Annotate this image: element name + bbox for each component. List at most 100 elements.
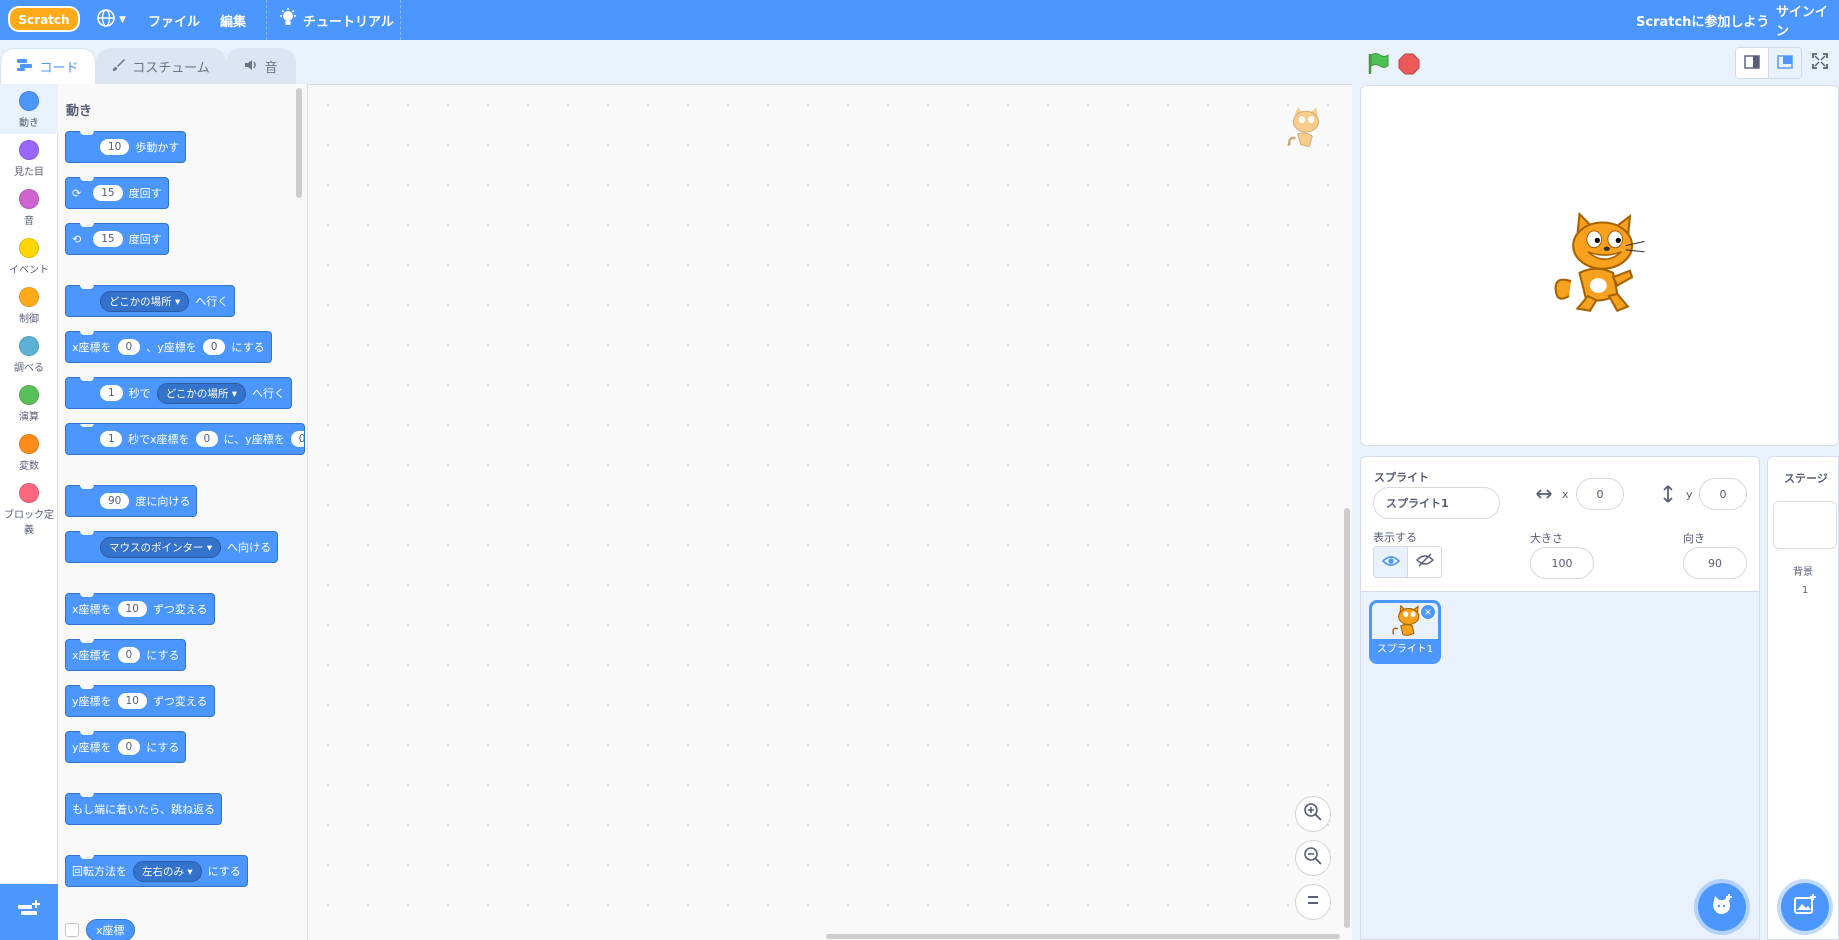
- set-rotation-style-block[interactable]: 回転方法を 左右のみ ▾ にする: [65, 855, 248, 887]
- looks-dot-icon: [19, 140, 39, 160]
- x-input[interactable]: 0: [117, 647, 141, 663]
- move-steps-block[interactable]: 10 歩動かす: [65, 131, 187, 163]
- glide-to-block[interactable]: 1 秒で どこかの場所 ▾ へ行く: [65, 377, 292, 409]
- x-position-checkbox[interactable]: [65, 923, 79, 937]
- point-towards-block[interactable]: マウスのポインター ▾ へ向ける: [65, 531, 279, 563]
- block-text: 秒で: [128, 387, 151, 400]
- tab-costumes[interactable]: コスチューム: [96, 48, 226, 84]
- stop-button[interactable]: [1398, 53, 1420, 75]
- add-extension-icon: [16, 899, 42, 925]
- sprite-name-input[interactable]: スプライト1: [1373, 487, 1500, 519]
- category-motion[interactable]: 動き: [0, 84, 58, 134]
- zoom-in-icon: [1303, 802, 1323, 826]
- go-to-xy-block[interactable]: x座標を 0 、y座標を 0 にする: [65, 331, 272, 363]
- set-x-block[interactable]: x座標を 0 にする: [65, 639, 187, 671]
- fullscreen-button[interactable]: [1806, 47, 1834, 79]
- category-sound[interactable]: 音: [0, 182, 58, 232]
- turn-right-block[interactable]: ⟳ 15 度回す: [65, 177, 169, 209]
- show-sprite-button[interactable]: [1373, 546, 1408, 578]
- x-position-reporter[interactable]: x座標: [86, 919, 135, 940]
- zoom-reset-button[interactable]: [1295, 884, 1331, 920]
- control-dot-icon: [19, 287, 39, 307]
- turn-left-block[interactable]: ⟲ 15 度回す: [65, 223, 169, 255]
- choose-sprite-button[interactable]: [1698, 883, 1746, 931]
- variables-dot-icon: [19, 434, 39, 454]
- zoom-in-button[interactable]: [1295, 796, 1331, 832]
- category-looks[interactable]: 見た目: [0, 133, 58, 183]
- join-scratch-link[interactable]: Scratchに参加しよう: [1636, 0, 1769, 40]
- category-control[interactable]: 制御: [0, 280, 58, 330]
- code-workspace[interactable]: [308, 84, 1352, 940]
- large-stage-button[interactable]: [1768, 47, 1802, 79]
- large-stage-icon: [1777, 54, 1793, 73]
- go-to-target-dropdown[interactable]: どこかの場所 ▾: [100, 290, 190, 312]
- tutorials-menu[interactable]: チュートリアル: [279, 0, 394, 40]
- change-y-block[interactable]: y座標を 10 ずつ変える: [65, 685, 215, 717]
- green-flag-icon: [1366, 53, 1390, 80]
- x-input[interactable]: 0: [117, 339, 141, 355]
- workspace-vertical-scrollbar[interactable]: [1344, 508, 1350, 928]
- category-label: 動き: [19, 118, 39, 129]
- x-position-input[interactable]: 0: [1576, 478, 1624, 510]
- tab-code[interactable]: コード: [0, 48, 96, 84]
- scratch-logo[interactable]: Scratch: [8, 5, 80, 33]
- category-sensing[interactable]: 調べる: [0, 329, 58, 379]
- block-text: 秒でx座標を: [128, 433, 190, 446]
- point-in-direction-block[interactable]: 90 度に向ける: [65, 485, 198, 517]
- change-x-block[interactable]: x座標を 10 ずつ変える: [65, 593, 215, 625]
- direction-input[interactable]: 90: [1683, 547, 1747, 579]
- green-flag-button[interactable]: [1366, 52, 1390, 76]
- workspace-horizontal-scrollbar[interactable]: [826, 934, 1340, 939]
- language-menu[interactable]: ▼: [96, 0, 126, 40]
- delete-sprite-button[interactable]: ×: [1420, 604, 1436, 620]
- block-text: にする: [207, 865, 241, 878]
- globe-icon: [96, 8, 116, 32]
- small-stage-button[interactable]: [1735, 47, 1769, 79]
- stop-icon: [1398, 53, 1420, 79]
- y-input[interactable]: 0: [202, 339, 226, 355]
- category-events[interactable]: イベント: [0, 231, 58, 281]
- rotation-style-dropdown[interactable]: 左右のみ ▾: [133, 860, 202, 882]
- steps-input[interactable]: 10: [100, 139, 130, 155]
- hide-sprite-button[interactable]: [1407, 546, 1442, 578]
- edit-menu[interactable]: 編集: [220, 0, 246, 40]
- workspace-sprite-icon: [1280, 104, 1332, 156]
- tab-sounds[interactable]: 音: [226, 48, 296, 84]
- sprite-name-label: スプライト: [1374, 471, 1429, 484]
- y-input[interactable]: 0: [290, 431, 304, 447]
- x-input[interactable]: 0: [195, 431, 218, 447]
- degrees-input[interactable]: 15: [93, 185, 123, 201]
- add-sprite-cat-icon: [1710, 893, 1734, 921]
- glide-to-xy-block[interactable]: 1 秒でx座標を 0 に、y座標を 0: [65, 423, 305, 455]
- size-input[interactable]: 100: [1530, 547, 1594, 579]
- category-my-blocks[interactable]: ブロック定義: [0, 476, 58, 540]
- cat-sprite-icon[interactable]: [1548, 211, 1653, 317]
- category-label: 調べる: [14, 363, 44, 374]
- y-input[interactable]: 0: [117, 739, 141, 755]
- glide-target-dropdown[interactable]: どこかの場所 ▾: [156, 382, 246, 404]
- choose-backdrop-button[interactable]: [1781, 883, 1829, 931]
- direction-input[interactable]: 90: [100, 493, 130, 509]
- degrees-input[interactable]: 15: [93, 231, 123, 247]
- dx-input[interactable]: 10: [117, 601, 147, 617]
- bounce-on-edge-block[interactable]: もし端に着いたら、跳ね返る: [65, 793, 222, 825]
- category-variables[interactable]: 変数: [0, 427, 58, 477]
- seconds-input[interactable]: 1: [100, 385, 123, 401]
- category-operators[interactable]: 演算: [0, 378, 58, 428]
- zoom-out-button[interactable]: [1295, 840, 1331, 876]
- point-target-dropdown[interactable]: マウスのポインター ▾: [100, 536, 222, 558]
- menu-divider: [266, 0, 267, 40]
- add-extension-button[interactable]: [0, 884, 58, 940]
- seconds-input[interactable]: 1: [100, 431, 122, 447]
- signin-link[interactable]: サインイン: [1776, 0, 1839, 40]
- palette-scrollbar[interactable]: [296, 88, 302, 198]
- stage-thumbnail[interactable]: [1773, 501, 1837, 549]
- file-menu[interactable]: ファイル: [148, 0, 200, 40]
- set-y-block[interactable]: y座標を 0 にする: [65, 731, 187, 763]
- go-to-block[interactable]: どこかの場所 ▾ へ行く: [65, 285, 236, 317]
- sound-dot-icon: [19, 189, 39, 209]
- y-position-input[interactable]: 0: [1699, 478, 1747, 510]
- tab-sounds-label: 音: [264, 61, 278, 76]
- speaker-icon: [244, 58, 258, 76]
- dy-input[interactable]: 10: [117, 693, 147, 709]
